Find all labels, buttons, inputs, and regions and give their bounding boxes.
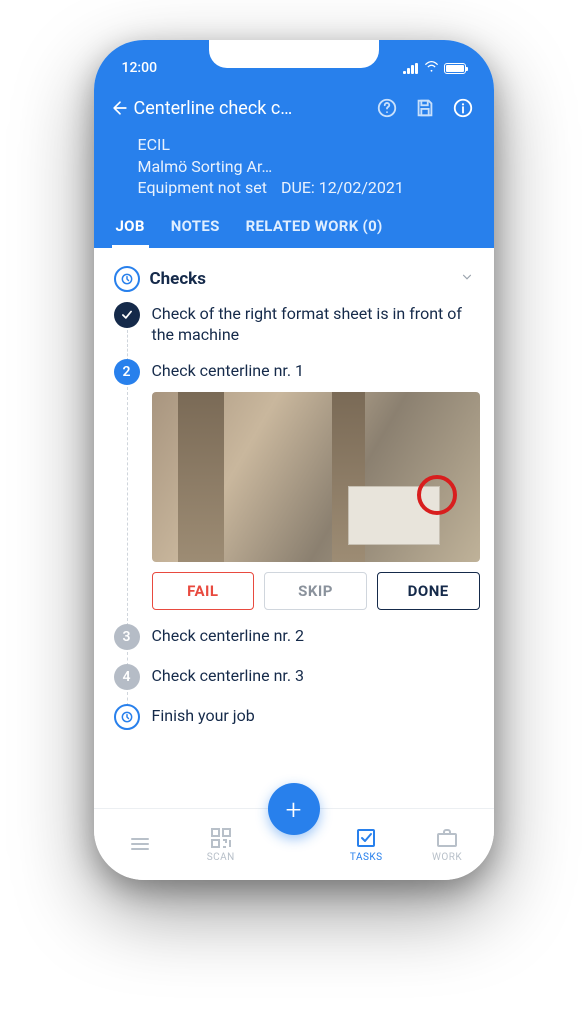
status-indicators bbox=[403, 60, 466, 76]
skip-button[interactable]: SKIP bbox=[264, 572, 367, 610]
step-item[interactable]: 3 Check centerline nr. 2 bbox=[114, 624, 480, 664]
phone-notch bbox=[209, 40, 379, 68]
tab-notes[interactable]: NOTES bbox=[167, 207, 224, 248]
meta-due: DUE: 12/02/2021 bbox=[281, 177, 404, 199]
step-text: Check of the right format sheet is in fr… bbox=[152, 304, 480, 346]
annotation-circle bbox=[417, 475, 457, 515]
page-title: Centerline check c… bbox=[134, 98, 293, 119]
done-button[interactable]: DONE bbox=[377, 572, 480, 610]
bottom-nav: + SCAN TASKS WORK bbox=[94, 808, 494, 880]
nav-label: WORK bbox=[432, 852, 462, 863]
briefcase-icon bbox=[435, 826, 459, 850]
section-header-checks[interactable]: Checks bbox=[108, 262, 480, 302]
menu-icon bbox=[128, 832, 152, 856]
titlebar: Centerline check c… bbox=[110, 88, 478, 128]
signal-icon bbox=[403, 63, 419, 74]
help-icon bbox=[376, 97, 398, 119]
help-button[interactable] bbox=[372, 93, 402, 123]
phone-frame: 12:00 Centerline check c… bbox=[94, 40, 494, 880]
nav-menu[interactable] bbox=[100, 832, 181, 858]
steps-list: Check of the right format sheet is in fr… bbox=[108, 302, 480, 744]
header: Centerline check c… ECIL Malmö Sorting A… bbox=[94, 80, 494, 248]
job-meta: ECIL Malmö Sorting Ar… Equipment not set… bbox=[110, 128, 478, 207]
step-text: Check centerline nr. 1 bbox=[152, 361, 480, 382]
section-title: Checks bbox=[150, 269, 450, 289]
nav-tasks[interactable]: TASKS bbox=[326, 826, 407, 863]
info-button[interactable] bbox=[448, 93, 478, 123]
chevron-down-icon bbox=[460, 269, 474, 288]
step-item[interactable]: 4 Check centerline nr. 3 bbox=[114, 664, 480, 704]
meta-org: ECIL bbox=[138, 134, 474, 156]
save-button[interactable] bbox=[410, 93, 440, 123]
arrow-left-icon bbox=[110, 98, 130, 118]
step-marker-pending: 3 bbox=[114, 624, 140, 650]
fab-add-button[interactable]: + bbox=[268, 783, 320, 835]
meta-location: Malmö Sorting Ar… bbox=[138, 156, 474, 178]
nav-scan[interactable]: SCAN bbox=[180, 826, 261, 863]
step-marker-done bbox=[114, 302, 140, 328]
meta-equipment: Equipment not set bbox=[138, 177, 267, 199]
content-area: Checks Check of the right format sheet i… bbox=[94, 248, 494, 808]
check-icon bbox=[120, 308, 134, 322]
step-item[interactable]: 2 Check centerline nr. 1 FAIL SKIP DONE bbox=[114, 359, 480, 624]
step-photo[interactable] bbox=[152, 392, 480, 562]
battery-icon bbox=[444, 63, 466, 74]
back-button[interactable]: Centerline check c… bbox=[110, 98, 364, 119]
step-marker-pending: 4 bbox=[114, 664, 140, 690]
tab-job[interactable]: JOB bbox=[112, 207, 149, 248]
step-text: Check centerline nr. 3 bbox=[152, 666, 480, 687]
nav-label: TASKS bbox=[350, 852, 383, 863]
plus-icon: + bbox=[286, 793, 302, 826]
clock-icon bbox=[114, 704, 140, 730]
nav-work[interactable]: WORK bbox=[407, 826, 488, 863]
wifi-icon bbox=[424, 60, 439, 76]
fail-button[interactable]: FAIL bbox=[152, 572, 255, 610]
tab-related-work[interactable]: RELATED WORK (0) bbox=[242, 207, 387, 248]
step-item[interactable]: Finish your job bbox=[114, 704, 480, 744]
save-icon bbox=[414, 97, 436, 119]
tasks-icon bbox=[354, 826, 378, 850]
step-text: Check centerline nr. 2 bbox=[152, 626, 480, 647]
clock-icon bbox=[114, 266, 140, 292]
step-text: Finish your job bbox=[152, 706, 480, 727]
qr-icon bbox=[209, 826, 233, 850]
status-time: 12:00 bbox=[122, 60, 158, 76]
info-icon bbox=[452, 97, 474, 119]
step-marker-active: 2 bbox=[114, 359, 140, 385]
step-actions: FAIL SKIP DONE bbox=[152, 572, 480, 610]
tabs: JOB NOTES RELATED WORK (0) bbox=[110, 207, 478, 248]
step-item[interactable]: Check of the right format sheet is in fr… bbox=[114, 302, 480, 360]
nav-label: SCAN bbox=[207, 852, 235, 863]
